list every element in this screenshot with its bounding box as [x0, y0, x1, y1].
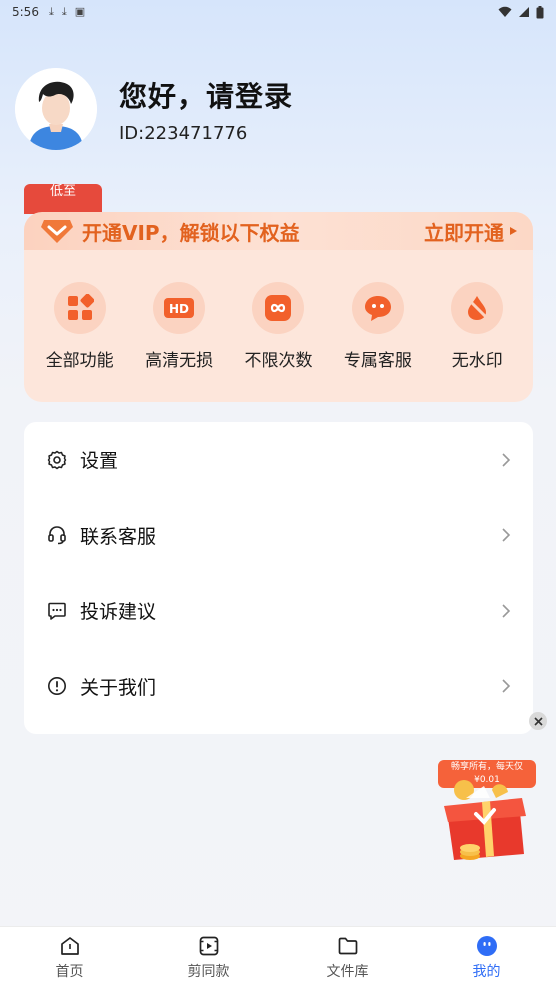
chevron-right-icon: [501, 603, 511, 619]
folder-icon: [338, 937, 357, 955]
chevron-right-icon: [501, 678, 511, 694]
menu-item-label: 联系客服: [80, 525, 157, 548]
signal-icon: [519, 7, 529, 17]
gear-icon: [46, 449, 68, 471]
avatar[interactable]: [15, 68, 97, 150]
promo-close-button[interactable]: [529, 712, 547, 730]
status-system-icons: [498, 5, 544, 19]
chat-icon: [351, 282, 404, 334]
headset-icon: [46, 524, 68, 546]
info-icon: [46, 675, 68, 697]
vip-benefit-no-watermark[interactable]: 无水印: [429, 282, 525, 371]
bottom-navigation: 首页 剪同款 文件库 我的: [0, 926, 556, 990]
vip-benefit-all-features[interactable]: 全部功能: [32, 282, 128, 371]
gift-box-icon: [444, 780, 526, 860]
svg-text:HD: HD: [169, 302, 189, 316]
vip-benefit-label: 不限次数: [244, 351, 313, 371]
user-id: ID:223471776: [119, 122, 248, 144]
profile-icon: [476, 936, 497, 956]
vip-benefit-label: 全部功能: [45, 351, 114, 371]
open-vip-label: 立即开通: [424, 220, 504, 245]
menu-item-settings[interactable]: 设置: [24, 422, 533, 498]
status-bar: 5:56 ⤓ ⤓ ▣: [0, 0, 556, 24]
nav-label: 首页: [55, 964, 84, 980]
hd-icon: HD: [153, 282, 206, 334]
menu-item-feedback[interactable]: 投诉建议: [24, 573, 533, 649]
status-notification-icons: ⤓ ⤓ ▣: [49, 5, 85, 19]
vip-benefit-label: 专属客服: [343, 351, 412, 371]
vip-benefits: 全部功能 HD 高清无损 不限次数 专属客服 无水印: [24, 282, 533, 371]
chevron-right-icon: [501, 527, 511, 543]
avatar-illustration: [15, 68, 97, 150]
infinity-icon: [252, 282, 305, 334]
settings-menu: 设置 联系客服 投诉建议 关于我们: [24, 422, 533, 734]
promo-gift-widget[interactable]: 畅享所有，每天仅 ¥0.01: [434, 758, 544, 870]
grid-icon: [53, 282, 106, 334]
nav-home[interactable]: 首页: [0, 927, 139, 990]
status-time: 5:56: [12, 5, 39, 19]
menu-item-label: 设置: [80, 450, 119, 473]
vip-benefit-label: 无水印: [451, 351, 503, 371]
vip-banner[interactable]: 开通VIP，解锁以下权益 立即开通: [24, 212, 533, 250]
battery-icon: [536, 5, 544, 18]
login-prompt[interactable]: 您好，请登录: [119, 75, 293, 115]
home-icon: [60, 937, 79, 955]
vip-title: 开通VIP，解锁以下权益: [82, 220, 300, 245]
video-template-icon: [199, 936, 218, 956]
menu-item-contact-service[interactable]: 联系客服: [24, 498, 533, 574]
nav-profile[interactable]: 我的: [417, 927, 556, 990]
profile-header[interactable]: 您好，请登录 ID:223471776: [15, 68, 293, 150]
app-notification-icon: ▣: [74, 5, 86, 18]
nav-label: 剪同款: [187, 964, 230, 980]
menu-item-label: 关于我们: [80, 676, 157, 699]
nav-templates[interactable]: 剪同款: [139, 927, 278, 990]
nav-label: 我的: [472, 964, 501, 980]
watermark-icon: [451, 282, 504, 334]
vip-diamond-icon: [41, 220, 73, 243]
wifi-icon: [498, 6, 512, 17]
vip-benefit-label: 高清无损: [145, 351, 214, 371]
vip-benefit-service[interactable]: 专属客服: [330, 282, 426, 371]
vip-price-tag: 低至: [24, 184, 102, 214]
download-icon: ⤓: [48, 5, 54, 18]
message-icon: [46, 600, 68, 622]
close-icon: [533, 716, 543, 726]
chevron-right-icon: [501, 452, 511, 468]
vip-benefit-hd[interactable]: HD 高清无损: [131, 282, 227, 371]
download-icon: ⤓: [61, 5, 67, 18]
triangle-right-icon: [510, 227, 517, 235]
menu-item-label: 投诉建议: [80, 601, 157, 624]
vip-benefit-unlimited[interactable]: 不限次数: [230, 282, 326, 371]
vip-card: 低至 开通VIP，解锁以下权益 立即开通 全部功能 HD 高清无损 不限次数 专…: [24, 184, 533, 402]
menu-item-about[interactable]: 关于我们: [24, 649, 533, 725]
nav-label: 文件库: [326, 964, 369, 980]
nav-files[interactable]: 文件库: [278, 927, 417, 990]
open-vip-button[interactable]: 立即开通: [424, 217, 517, 246]
